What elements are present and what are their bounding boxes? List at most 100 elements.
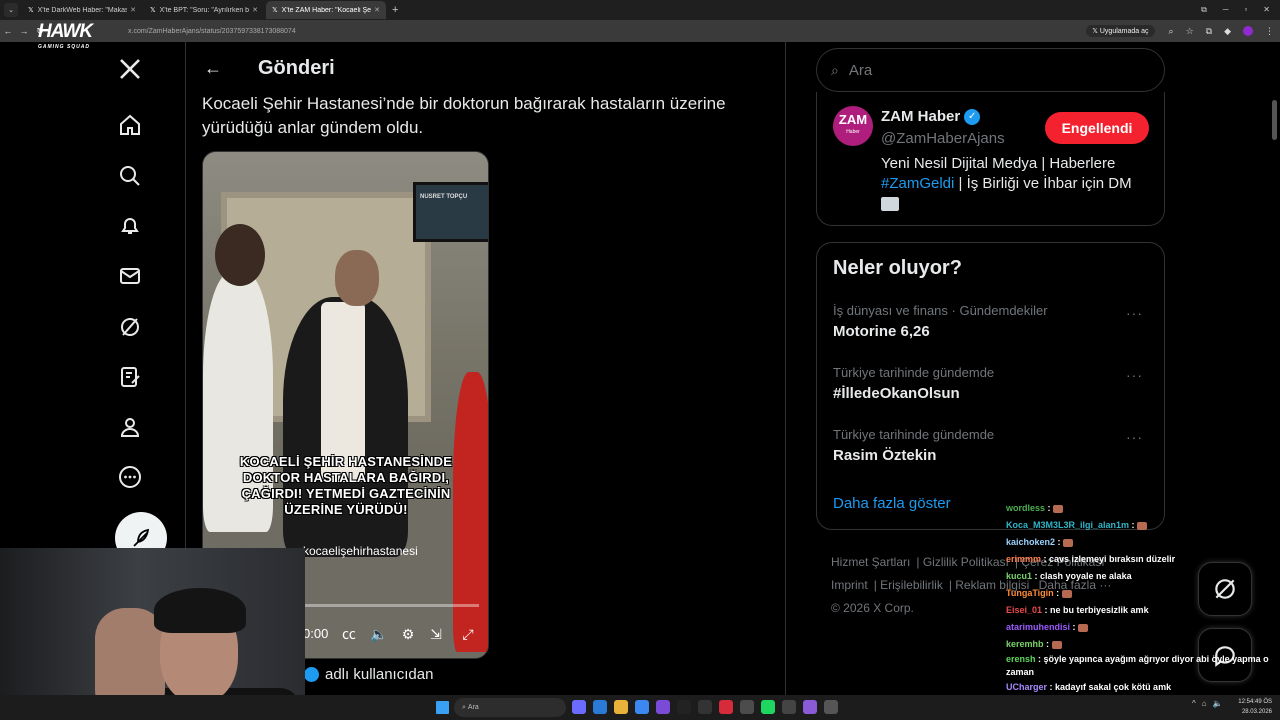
volume-icon[interactable]: 🔈	[369, 624, 389, 644]
chat-username[interactable]: erimmm	[1006, 554, 1041, 564]
file-explorer-icon[interactable]	[614, 700, 628, 714]
captions-icon[interactable]: ㏄	[339, 624, 359, 644]
chat-message: kaichoken2 :	[1006, 534, 1280, 551]
trend-item[interactable]: Türkiye tarihinde gündemde Rasim Öztekin…	[833, 427, 1153, 477]
chat-username[interactable]: keremhb	[1006, 639, 1044, 649]
chat-username[interactable]: wordless	[1006, 503, 1045, 513]
chat-username[interactable]: atarimuhendisi	[1006, 622, 1070, 632]
browser-tab-1[interactable]: 𝕏 X'te DarkWeb Haber: "Makas al ✕	[22, 1, 142, 19]
chat-username[interactable]: Eisei_01	[1006, 605, 1042, 615]
notifications-bell-icon[interactable]	[117, 213, 143, 239]
discord-app-icon[interactable]	[656, 700, 670, 714]
app-icon[interactable]	[719, 700, 733, 714]
browser-tab-2[interactable]: 𝕏 X'te BPT: "Soru: "Ayrılırken bir ✕	[144, 1, 264, 19]
chat-username[interactable]: UCharger	[1006, 682, 1047, 692]
column-divider	[785, 42, 786, 695]
chat-username[interactable]: erensh	[1006, 654, 1036, 664]
more-dots-icon[interactable]: ···	[1126, 429, 1143, 445]
app-icon[interactable]	[782, 700, 796, 714]
blocked-button[interactable]: Engellendi	[1045, 112, 1149, 144]
taskbar-search[interactable]: ⌕ Ara	[454, 698, 566, 717]
bookmark-star-icon[interactable]: ☆	[1186, 26, 1194, 37]
chat-message: keremhb :	[1006, 636, 1280, 653]
taskbar-apps	[572, 700, 838, 714]
profile-handle[interactable]: @ZamHaberAjans	[881, 130, 1005, 147]
page-scrollbar[interactable]	[1272, 100, 1277, 140]
close-window-icon[interactable]: ✕	[1263, 5, 1270, 15]
copilot-app-icon[interactable]	[572, 700, 586, 714]
messages-mail-icon[interactable]	[117, 263, 143, 289]
terminal-app-icon[interactable]	[677, 700, 691, 714]
extensions-icon[interactable]: ⧉	[1206, 26, 1212, 37]
search-input[interactable]	[848, 61, 1129, 79]
new-tab-icon[interactable]: +	[392, 4, 398, 16]
chat-username[interactable]: TungaTigin	[1006, 588, 1054, 598]
windows-start-icon[interactable]	[436, 701, 449, 714]
footer-link[interactable]: Erişilebilirlik	[880, 578, 943, 592]
edge-app-icon[interactable]	[593, 700, 607, 714]
spotify-app-icon[interactable]	[761, 700, 775, 714]
taskbar-clock[interactable]: 12:54:49 ÖS 28.03.2026	[1232, 697, 1272, 717]
back-icon[interactable]: ←	[0, 26, 16, 36]
tab-search-button[interactable]: ⌄	[4, 3, 18, 17]
grok-icon[interactable]	[117, 314, 143, 340]
chat-separator: :	[1041, 554, 1050, 564]
obs-app-icon[interactable]	[740, 700, 754, 714]
footer-link[interactable]: Imprint	[831, 578, 868, 592]
footer-link[interactable]: Hizmet Şartları	[831, 555, 910, 569]
forward-icon[interactable]: →	[16, 26, 32, 36]
chat-username[interactable]: kucu1	[1006, 571, 1032, 581]
chat-username[interactable]: Koca_M3M3L3R_ilgi_alan1m	[1006, 520, 1129, 530]
picture-in-picture-icon[interactable]: ⇲	[426, 624, 446, 644]
zoom-icon[interactable]: ⌕	[1169, 26, 1174, 37]
tray-chevron-icon[interactable]: ^	[1192, 699, 1196, 708]
chrome-app-icon[interactable]	[635, 700, 649, 714]
back-arrow-icon[interactable]: ←	[204, 58, 222, 79]
volume-icon[interactable]: 🔈	[1213, 699, 1223, 708]
app-icon[interactable]	[698, 700, 712, 714]
chat-text: clash yoyale ne alaka	[1040, 571, 1132, 581]
network-icon[interactable]: ⌂	[1202, 699, 1207, 708]
close-tab-icon[interactable]: ✕	[130, 6, 136, 14]
trend-item[interactable]: Türkiye tarihinde gündemde #İlledeOkanOl…	[833, 365, 1153, 415]
address-bar[interactable]: x.com/ZamHaberAjans/status/2037597338173…	[68, 23, 1086, 39]
avatar[interactable]: ZAM Haber	[833, 106, 873, 146]
profile-name[interactable]: ZAM Haber ✓	[881, 108, 981, 125]
copilot-icon[interactable]: ◆	[1224, 26, 1231, 37]
settings-gear-icon[interactable]: ⚙	[398, 624, 418, 644]
bio-hashtag-link[interactable]: #ZamGeldi	[881, 175, 954, 192]
chat-message: Koca_M3M3L3R_ilgi_alan1m :	[1006, 517, 1280, 534]
fullscreen-icon[interactable]: ⤢	[458, 624, 478, 644]
open-in-app-button[interactable]: 𝕏 Uygulamada aç	[1086, 25, 1155, 37]
browser-tab-3[interactable]: 𝕏 X'te ZAM Haber: "Kocaeli Şehir ✕	[266, 1, 386, 19]
more-dots-icon[interactable]: ···	[1126, 367, 1143, 383]
home-icon[interactable]	[117, 112, 143, 138]
search-icon[interactable]	[117, 163, 143, 189]
app-icon[interactable]	[803, 700, 817, 714]
stream-logo: HAWK GAMING SQUAD	[38, 22, 93, 68]
more-options-icon[interactable]	[117, 464, 143, 490]
profile-icon[interactable]	[117, 414, 143, 440]
chat-message: wordless :	[1006, 500, 1280, 517]
app-icon[interactable]	[824, 700, 838, 714]
video-tv-screen: NUSRET TOPÇU	[413, 182, 488, 242]
x-logo-icon[interactable]	[117, 56, 143, 82]
browser-menu-icon[interactable]: ⋮	[1265, 26, 1274, 37]
clock-time: 12:54:49 ÖS	[1238, 699, 1272, 705]
show-more-link[interactable]: Daha fazla göster	[833, 495, 951, 512]
footer-link[interactable]: Gizlilik Politikası	[923, 555, 1009, 569]
lists-icon[interactable]	[117, 364, 143, 390]
trend-item[interactable]: İş dünyası ve finans · Gündemdekiler Mot…	[833, 303, 1153, 353]
verified-badge-icon: ✓	[964, 108, 981, 125]
close-tab-icon[interactable]: ✕	[374, 6, 380, 14]
tab-title: X'te DarkWeb Haber: "Makas al	[37, 6, 128, 14]
close-tab-icon[interactable]: ✕	[252, 6, 258, 14]
search-box[interactable]: ⌕	[816, 48, 1165, 92]
video-person-head	[335, 250, 379, 306]
tab-list-icon[interactable]: ⧉	[1201, 5, 1207, 15]
minimize-icon[interactable]: ─	[1223, 5, 1229, 15]
profile-avatar[interactable]	[1243, 26, 1253, 36]
maximize-icon[interactable]: ▫	[1244, 5, 1247, 15]
chat-username[interactable]: kaichoken2	[1006, 537, 1055, 547]
more-dots-icon[interactable]: ···	[1126, 305, 1143, 321]
